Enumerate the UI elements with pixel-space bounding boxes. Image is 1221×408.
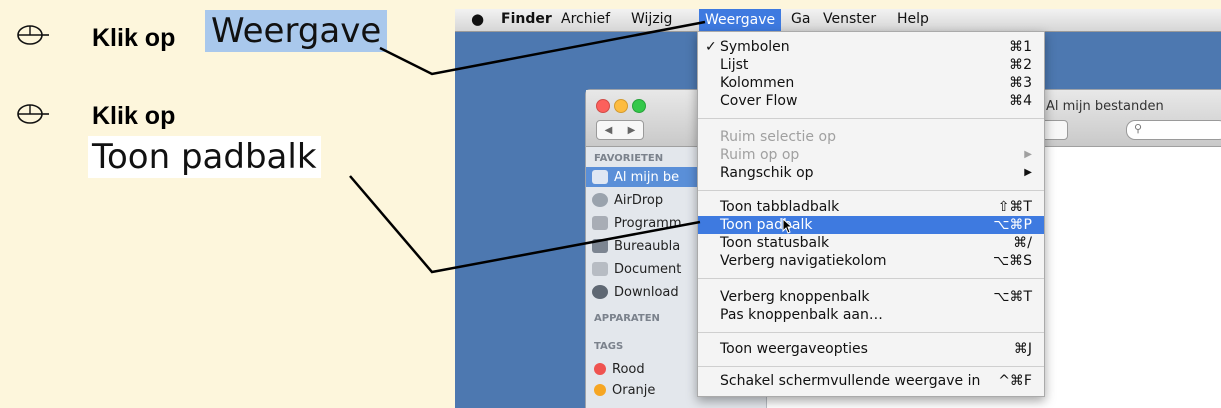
sidebar-item-label: Download [614,284,679,300]
documents-icon [592,262,608,276]
menu-bar: ● Finder Archief Wijzig Weergave Ga Vens… [455,9,1221,32]
sidebar-item-label: Bureaubla [614,238,681,254]
sidebar-item-label: AirDrop [614,192,664,208]
step2-keyword: Toon padbalk [88,136,321,178]
sidebar-header-favorites: FAVORIETEN [594,153,664,164]
submenu-arrow-icon: ▶ [1024,167,1032,178]
back-forward-buttons[interactable]: ◀ ▶ [596,120,644,140]
menu-item-toon-weergaveopties[interactable]: Toon weergaveopties ⌘J [698,340,1044,358]
airdrop-icon [592,193,608,207]
mouse-click-icon [17,25,49,45]
forward-arrow-icon[interactable]: ▶ [628,125,636,136]
menu-separator [698,278,1044,279]
screenshot-area: ◀ ▶ Al mijn bestanden ⚲ FAVORIETEN Al mi… [455,9,1221,408]
menu-item-schakel-schermvullend[interactable]: Schakel schermvullende weergave in ^⌘F [698,372,1044,390]
all-files-icon [592,170,608,184]
mouse-click-icon [17,104,49,124]
menu-item-cover-flow[interactable]: Cover Flow ⌘4 [698,92,1044,110]
menu-help[interactable]: Help [897,11,929,27]
sidebar-item-label: Al mijn be [614,169,680,185]
menu-item-lijst[interactable]: Lijst ⌘2 [698,56,1044,74]
menu-item-toon-padbalk[interactable]: Toon padbalk ⌥⌘P [698,216,1044,234]
search-icon: ⚲ [1134,123,1143,135]
menu-weergave[interactable]: Weergave [699,9,782,31]
sidebar-header-tags: TAGS [594,341,624,352]
sidebar-item-label: Document [614,261,682,277]
mouse-pointer-icon [782,218,794,234]
sidebar-item-label: Rood [612,361,645,377]
menu-venster[interactable]: Venster [823,11,876,27]
sidebar-item-label: Programm [614,215,682,231]
menu-item-toon-statusbalk[interactable]: Toon statusbalk ⌘/ [698,234,1044,252]
back-arrow-icon[interactable]: ◀ [605,125,613,136]
sidebar-item-label: Oranje [612,382,656,398]
menu-separator [698,366,1044,367]
menu-archief[interactable]: Archief [561,11,610,27]
menu-finder[interactable]: Finder [501,11,552,27]
zoom-button[interactable] [632,99,646,113]
menu-item-verberg-knoppenbalk[interactable]: Verberg knoppenbalk ⌥⌘T [698,288,1044,306]
menu-item-ruim-selectie-op: Ruim selectie op [720,129,836,145]
window-title: Al mijn bestanden [1046,99,1164,114]
downloads-icon [592,285,608,299]
menu-separator [698,332,1044,333]
step1-keyword: Weergave [205,10,388,52]
menu-separator [698,190,1044,191]
menu-item-pas-knoppenbalk-aan[interactable]: Pas knoppenbalk aan… [698,306,1044,324]
close-button[interactable] [596,99,610,113]
menu-item-verberg-navigatiekolom[interactable]: Verberg navigatiekolom ⌥⌘S [698,252,1044,270]
step2-prefix: Klik op [92,102,176,130]
search-input[interactable]: ⚲ [1126,120,1221,140]
menu-item-rangschik-op[interactable]: Rangschik op ▶ [698,164,1044,182]
desktop-icon [592,239,608,253]
sidebar-header-devices: APPARATEN [594,313,660,324]
checkmark-icon: ✓ [705,39,717,55]
menu-item-symbolen[interactable]: ✓ Symbolen ⌘1 [698,38,1044,56]
menu-wijzig[interactable]: Wijzig [631,11,672,27]
weergave-dropdown: ✓ Symbolen ⌘1 Lijst ⌘2 Kolommen ⌘3 Cover… [697,31,1045,397]
orange-tag-dot-icon [594,384,606,396]
step1-prefix: Klik op [92,24,176,52]
submenu-arrow-icon: ▶ [1024,149,1032,160]
menu-item-ruim-op-op: Ruim op op ▶ [720,147,1032,163]
minimize-button[interactable] [614,99,628,113]
menu-ga[interactable]: Ga [791,11,810,27]
menu-separator [698,118,1044,119]
menu-item-toon-tabbladbalk[interactable]: Toon tabbladbalk ⇧⌘T [698,198,1044,216]
applications-icon [592,216,608,230]
menu-item-kolommen[interactable]: Kolommen ⌘3 [698,74,1044,92]
red-tag-dot-icon [594,363,606,375]
apple-menu-icon[interactable]: ● [471,10,484,28]
